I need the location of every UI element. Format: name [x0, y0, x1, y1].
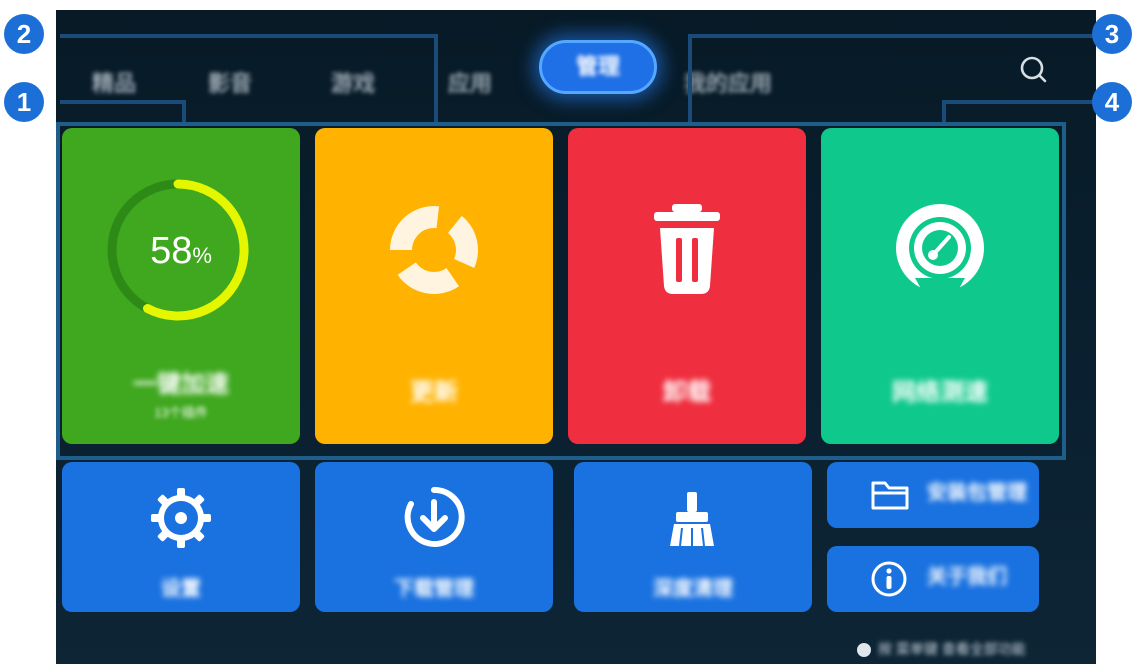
callout-marker-1: 1 — [4, 82, 44, 122]
about-us-label: 关于我们 — [927, 566, 1007, 588]
tab-my-apps[interactable]: 我的应用 — [684, 68, 772, 100]
deep-clean-label: 深度清理 — [653, 578, 733, 600]
speedometer-icon — [896, 204, 984, 303]
download-manager-tile[interactable]: 下载管理 — [315, 462, 553, 612]
search-button[interactable] — [1016, 52, 1052, 88]
speedup-label: 一键加速 — [133, 371, 229, 398]
gear-icon — [151, 488, 211, 548]
update-tile[interactable]: 更新 — [315, 128, 553, 444]
settings-label: 设置 — [161, 578, 201, 600]
uninstall-label: 卸载 — [663, 379, 711, 406]
callout-line-1 — [60, 100, 184, 104]
callout-line-4-drop — [942, 100, 946, 122]
package-manager-label: 安装包管理 — [927, 482, 1027, 504]
callout-line-2 — [60, 34, 438, 38]
callout-marker-3: 3 — [1092, 14, 1132, 54]
memory-percent-sign: % — [192, 243, 212, 268]
tab-apps[interactable]: 应用 — [448, 68, 492, 100]
tv-screen: 精品 影音 游戏 应用 管理 我的应用 58% 一键加速 13个插件 更新 卸载… — [56, 10, 1096, 664]
settings-tile[interactable]: 设置 — [62, 462, 300, 612]
deep-clean-tile[interactable]: 深度清理 — [574, 462, 812, 612]
callout-line-4 — [942, 100, 1106, 104]
trash-icon — [654, 204, 720, 294]
net-speed-tile[interactable]: 网络测速 — [821, 128, 1059, 444]
tab-manage-label: 管理 — [575, 54, 620, 79]
tab-manage[interactable]: 管理 — [539, 40, 657, 94]
callout-marker-4: 4 — [1092, 82, 1132, 122]
download-manager-label: 下载管理 — [394, 578, 474, 600]
top-navigation: 精品 影音 游戏 应用 管理 我的应用 — [56, 10, 1096, 122]
broom-icon — [670, 492, 714, 547]
refresh-icon — [389, 198, 481, 294]
about-us-button[interactable]: 关于我们 — [827, 546, 1039, 612]
tab-featured[interactable]: 精品 — [92, 68, 136, 100]
callout-line-1-drop — [182, 100, 186, 122]
callout-marker-2: 2 — [4, 14, 44, 54]
speedup-sublabel: 13个插件 — [154, 405, 208, 420]
package-manager-button[interactable]: 安装包管理 — [827, 462, 1039, 528]
download-icon — [404, 486, 465, 547]
folder-icon — [871, 481, 909, 510]
info-icon — [871, 561, 907, 597]
update-label: 更新 — [410, 379, 458, 406]
speedup-tile[interactable]: 58% 一键加速 13个插件 — [62, 128, 300, 444]
tab-games[interactable]: 游戏 — [331, 68, 375, 100]
tab-media[interactable]: 影音 — [208, 68, 252, 100]
memory-percent: 58% — [62, 230, 300, 273]
uninstall-tile[interactable]: 卸载 — [568, 128, 806, 444]
callout-line-3 — [688, 34, 1106, 38]
search-icon — [1020, 56, 1047, 83]
callout-line-2-drop — [434, 34, 438, 122]
net-speed-label: 网络测速 — [892, 379, 988, 406]
menu-hint: 按 菜单键 查看全部功能 — [856, 638, 1026, 660]
menu-hint-text: 按 菜单键 查看全部功能 — [878, 641, 1026, 657]
menu-key-icon — [857, 643, 871, 658]
callout-line-3-drop — [688, 34, 692, 122]
memory-percent-value: 58 — [150, 230, 193, 272]
